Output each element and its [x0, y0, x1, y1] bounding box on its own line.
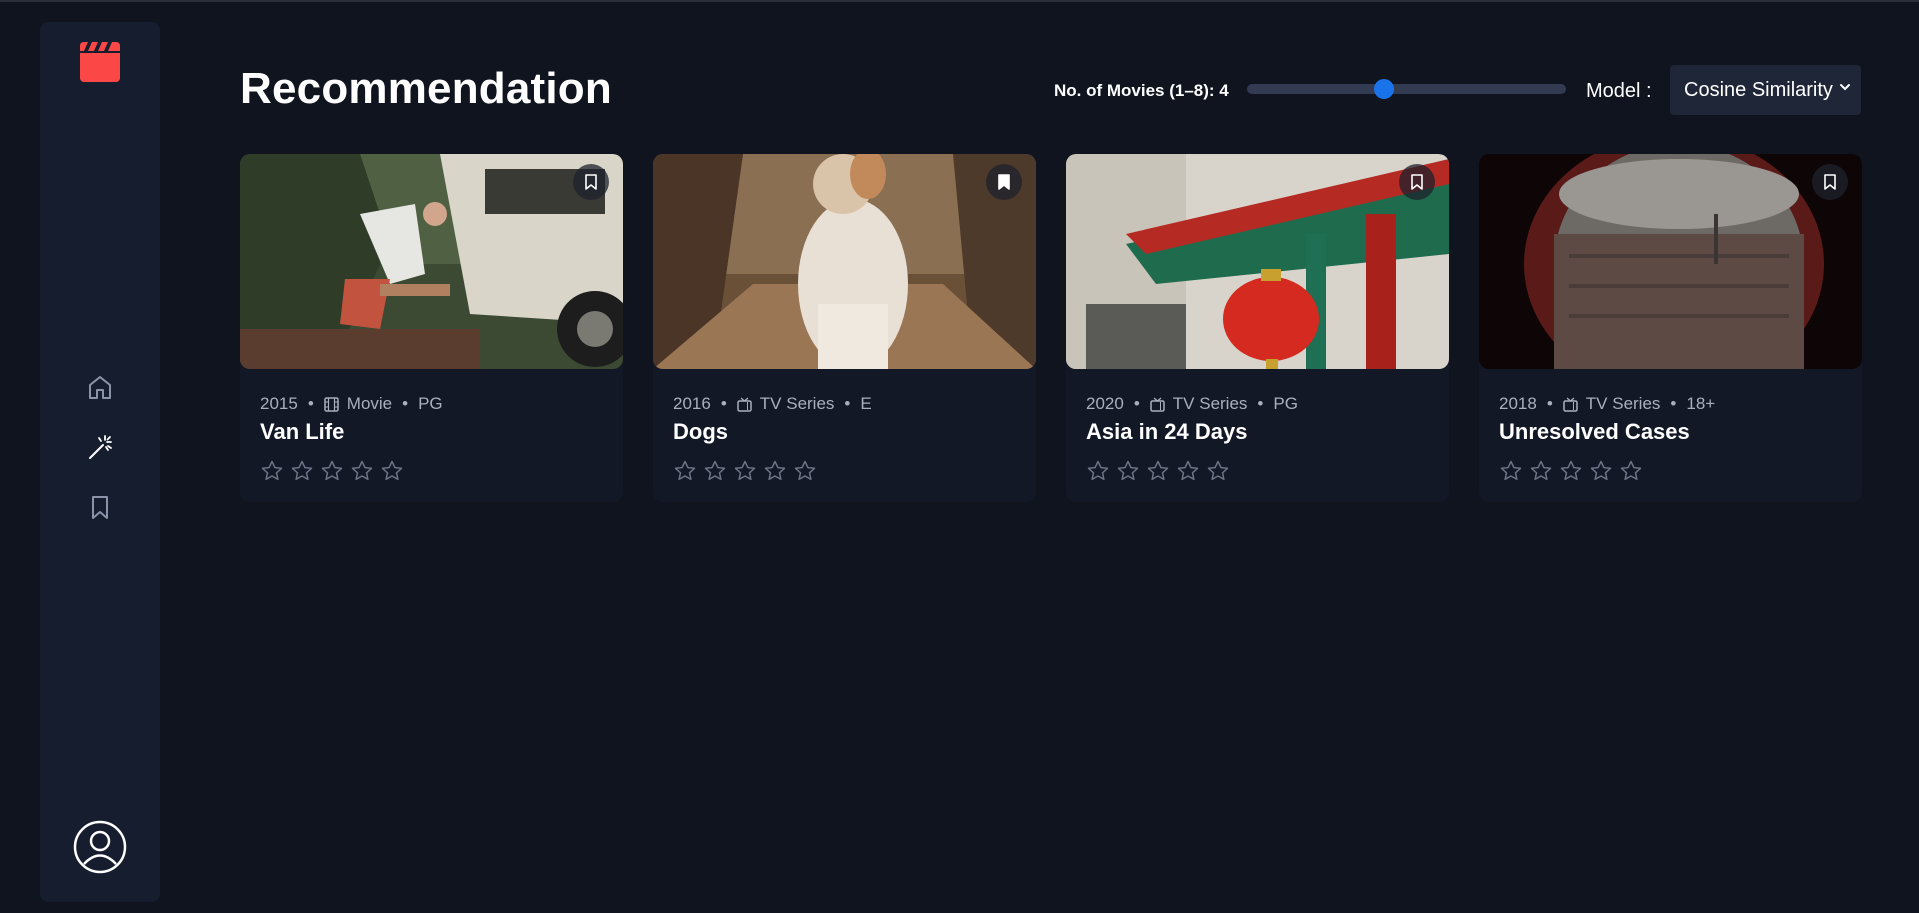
separator-dot: •: [1133, 394, 1140, 413]
star-rating[interactable]: [673, 459, 823, 483]
star-icon[interactable]: [260, 459, 284, 483]
separator-dot: •: [1670, 394, 1677, 413]
star-rating[interactable]: [1086, 459, 1236, 483]
movie-meta: 2018 • TV Series • 18+: [1499, 394, 1715, 414]
tv-icon: [737, 397, 752, 412]
sidebar-item-recommendation[interactable]: [85, 432, 115, 462]
movie-title[interactable]: Asia in 24 Days: [1086, 419, 1247, 445]
star-icon[interactable]: [380, 459, 404, 483]
star-icon[interactable]: [1206, 459, 1230, 483]
star-icon[interactable]: [673, 459, 697, 483]
star-icon[interactable]: [1499, 459, 1523, 483]
home-icon: [89, 376, 111, 399]
movie-thumbnail[interactable]: [1479, 154, 1862, 369]
movie-thumbnail[interactable]: [240, 154, 623, 369]
movie-type: Movie: [346, 394, 393, 413]
bookmark-button[interactable]: [573, 164, 609, 200]
star-icon[interactable]: [1619, 459, 1643, 483]
slider-track[interactable]: [1247, 84, 1566, 94]
movie-card[interactable]: 2016 • TV Series • E Dogs: [653, 154, 1036, 502]
separator-dot: •: [720, 394, 727, 413]
chevron-down-icon: [1840, 84, 1850, 91]
separator-dot: •: [307, 394, 314, 413]
star-icon[interactable]: [1589, 459, 1613, 483]
bookmark-icon: [585, 174, 597, 190]
sidebar: [40, 22, 160, 902]
movie-card[interactable]: 2015 • Movie • PG Van Life: [240, 154, 623, 502]
bookmark-icon: [1824, 174, 1836, 190]
separator-dot: •: [844, 394, 851, 413]
movie-year: 2016: [673, 394, 711, 413]
separator-dot: •: [402, 394, 409, 413]
star-rating[interactable]: [1499, 459, 1649, 483]
movie-title[interactable]: Dogs: [673, 419, 728, 445]
sidebar-item-home[interactable]: [85, 372, 115, 402]
slider-thumb[interactable]: [1373, 79, 1394, 99]
separator-dot: •: [1546, 394, 1553, 413]
model-select-value: Cosine Similarity: [1684, 78, 1833, 101]
tv-icon: [1563, 397, 1578, 412]
star-icon[interactable]: [320, 459, 344, 483]
separator-dot: •: [1257, 394, 1264, 413]
star-icon[interactable]: [1176, 459, 1200, 483]
movie-type: TV Series: [1585, 394, 1661, 413]
star-icon[interactable]: [793, 459, 817, 483]
magic-wand-icon: [89, 435, 112, 459]
star-rating[interactable]: [260, 459, 410, 483]
bookmark-button[interactable]: [1399, 164, 1435, 200]
movie-year: 2020: [1086, 394, 1124, 413]
model-label: Model :: [1586, 80, 1652, 102]
movie-meta: 2015 • Movie • PG: [260, 394, 443, 414]
bookmark-filled-icon: [998, 174, 1010, 190]
bookmark-icon: [1411, 174, 1423, 190]
star-icon[interactable]: [1086, 459, 1110, 483]
star-icon[interactable]: [1559, 459, 1583, 483]
model-select[interactable]: Cosine Similarity: [1670, 65, 1861, 115]
movie-rating: PG: [418, 394, 443, 413]
star-icon[interactable]: [350, 459, 374, 483]
star-icon[interactable]: [1146, 459, 1170, 483]
bookmark-icon: [92, 496, 108, 519]
star-icon[interactable]: [733, 459, 757, 483]
star-icon[interactable]: [703, 459, 727, 483]
bookmark-button[interactable]: [1812, 164, 1848, 200]
movie-year: 2015: [260, 394, 298, 413]
film-icon: [324, 396, 339, 412]
movie-rating: E: [860, 394, 872, 413]
movie-rating: 18+: [1686, 394, 1716, 413]
page-title: Recommendation: [240, 64, 612, 113]
bookmark-button[interactable]: [986, 164, 1022, 200]
star-icon[interactable]: [290, 459, 314, 483]
tv-icon: [1150, 397, 1165, 412]
movies-count-label: No. of Movies (1–8): 4: [1054, 81, 1229, 100]
sidebar-item-bookmarks[interactable]: [85, 492, 115, 522]
movie-card[interactable]: 2018 • TV Series • 18+ Unresolved Cases: [1479, 154, 1862, 502]
movie-title[interactable]: Unresolved Cases: [1499, 419, 1690, 445]
star-icon[interactable]: [1529, 459, 1553, 483]
star-icon[interactable]: [1116, 459, 1140, 483]
movie-meta: 2020 • TV Series • PG: [1086, 394, 1298, 414]
movies-count-slider[interactable]: [1247, 79, 1566, 99]
movie-rating: PG: [1273, 394, 1298, 413]
clapperboard-icon[interactable]: [80, 42, 120, 82]
star-icon[interactable]: [763, 459, 787, 483]
movie-type: TV Series: [1172, 394, 1248, 413]
movie-card[interactable]: 2020 • TV Series • PG Asia in 24 Days: [1066, 154, 1449, 502]
user-avatar-icon[interactable]: [72, 819, 128, 875]
movie-type: TV Series: [759, 394, 835, 413]
movie-title[interactable]: Van Life: [260, 419, 344, 445]
movie-meta: 2016 • TV Series • E: [673, 394, 872, 414]
movie-thumbnail[interactable]: [653, 154, 1036, 369]
movie-thumbnail[interactable]: [1066, 154, 1449, 369]
movie-year: 2018: [1499, 394, 1537, 413]
